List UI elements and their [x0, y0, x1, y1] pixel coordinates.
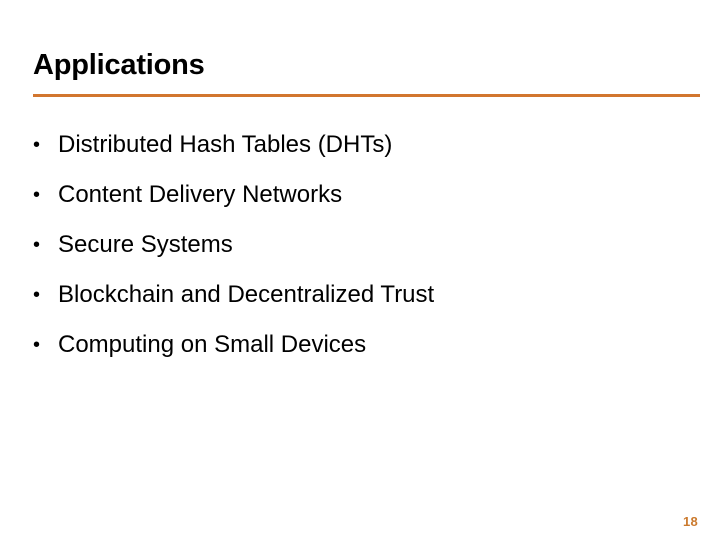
list-item: • Computing on Small Devices: [33, 320, 693, 370]
bullet-point-icon: •: [33, 134, 41, 156]
bullet-point-icon: •: [33, 234, 41, 256]
list-item-label: Secure Systems: [58, 231, 233, 258]
list-item: • Content Delivery Networks: [33, 170, 693, 220]
page-number: 18: [683, 514, 699, 529]
list-item-label: Distributed Hash Tables (DHTs): [58, 131, 393, 158]
bullet-point-icon: •: [33, 284, 41, 306]
list-item: • Secure Systems: [33, 220, 693, 270]
bullet-list: • Distributed Hash Tables (DHTs) • Conte…: [33, 120, 693, 370]
list-item: • Blockchain and Decentralized Trust: [33, 270, 693, 320]
title-divider: [33, 94, 700, 97]
bullet-point-icon: •: [33, 184, 41, 206]
list-item-label: Blockchain and Decentralized Trust: [58, 281, 435, 308]
page-title: Applications: [33, 49, 205, 81]
list-item: • Distributed Hash Tables (DHTs): [33, 120, 693, 170]
bullet-point-icon: •: [33, 334, 41, 356]
list-item-label: Content Delivery Networks: [58, 181, 343, 208]
presentation-slide: Applications • Distributed Hash Tables (…: [0, 0, 720, 540]
list-item-label: Computing on Small Devices: [58, 331, 367, 358]
